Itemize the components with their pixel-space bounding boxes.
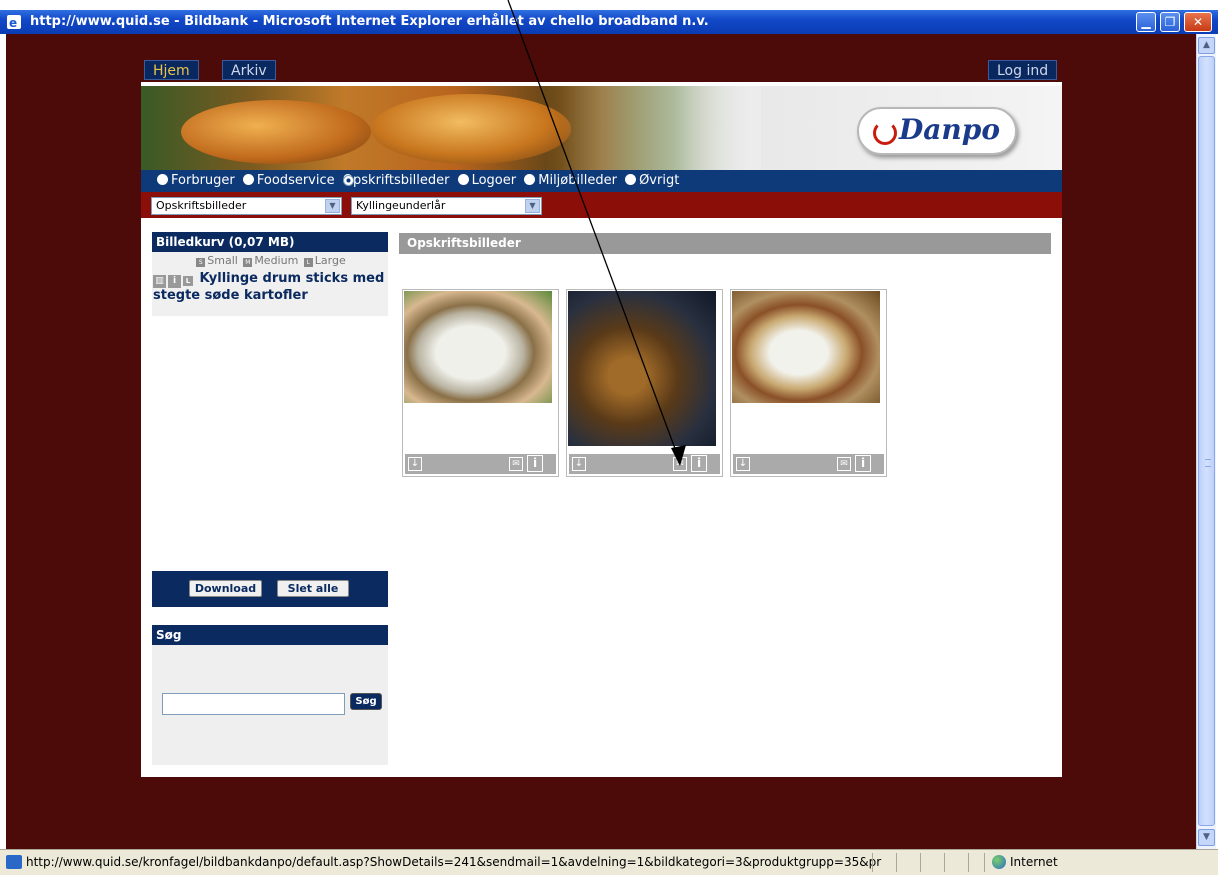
large-size-icon: L xyxy=(303,258,313,267)
thumbnail-card[interactable]: ↓ ✉ i xyxy=(730,289,887,477)
radio-miljobilleder[interactable]: Miljøbilleder xyxy=(524,173,617,188)
nav-hjem[interactable]: Hjem xyxy=(144,60,199,80)
basket-title: Billedkurv (0,07 MB) xyxy=(152,232,388,252)
scroll-up-icon[interactable]: ▲ xyxy=(1198,37,1215,54)
radio-opskriftsbilleder[interactable]: Opskriftsbilleder xyxy=(342,173,449,188)
basket-actions: Download Slet alle xyxy=(152,571,388,607)
thumbnail-toolbar: ↓ ✉ i xyxy=(569,454,720,474)
size-legend: S Small M Medium L Large xyxy=(152,254,388,267)
window-title-bar: e http://www.quid.se - Bildbank - Micros… xyxy=(0,10,1218,34)
scroll-thumb[interactable] xyxy=(1198,56,1215,826)
thumbnail-card[interactable]: ↓ ✉ i xyxy=(566,289,723,477)
download-button[interactable]: Download xyxy=(189,580,262,597)
status-bar: http://www.quid.se/kronfagel/bildbankdan… xyxy=(0,849,1218,875)
search-panel: Søg Søg xyxy=(152,625,388,765)
trash-icon[interactable]: ▥ xyxy=(153,275,166,288)
info-icon[interactable]: i xyxy=(691,455,707,472)
thumbnail-card[interactable]: ↓ ✉ i xyxy=(402,289,559,477)
product-select[interactable]: Kyllingeunderlår ▼ xyxy=(351,197,542,215)
delete-all-button[interactable]: Slet alle xyxy=(277,580,349,597)
login-button[interactable]: Log ind xyxy=(988,60,1058,80)
ie-icon: e xyxy=(6,14,22,30)
download-arrow-icon[interactable]: ↓ xyxy=(408,457,422,471)
recipe-image[interactable] xyxy=(568,291,716,446)
info-icon[interactable]: i xyxy=(527,455,543,472)
basket-panel: Billedkurv (0,07 MB) S Small M Medium L Lar… xyxy=(152,232,388,316)
security-zone: Internet xyxy=(1010,855,1058,869)
info-icon[interactable]: i xyxy=(855,455,871,472)
radio-logoer[interactable]: Logoer xyxy=(457,173,516,188)
recipe-image[interactable] xyxy=(732,291,880,403)
vertical-scrollbar[interactable]: ▲ ▼ xyxy=(1196,34,1216,849)
category-radio-bar: Forbruger Foodservice Opskriftsbilleder … xyxy=(141,170,1062,192)
download-arrow-icon[interactable]: ↓ xyxy=(572,457,586,471)
status-url: http://www.quid.se/kronfagel/bildbankdan… xyxy=(26,855,882,869)
basket-body xyxy=(152,316,388,570)
page-content: Danpo Forbruger Foodservice Opskriftsbil… xyxy=(141,82,1062,777)
chevron-down-icon: ▼ xyxy=(525,199,540,213)
thumbnail-toolbar: ↓ ✉ i xyxy=(405,454,556,474)
search-input[interactable] xyxy=(162,693,345,715)
minimize-button[interactable]: ▁ xyxy=(1136,12,1156,32)
page-icon xyxy=(6,855,22,869)
filter-bar: Opskriftsbilleder ▼ Kyllingeunderlår ▼ xyxy=(141,192,1062,218)
radio-foodservice[interactable]: Foodservice xyxy=(242,173,335,188)
screen: { "window": {"title": "http://www.quid.s… xyxy=(0,0,1218,875)
search-title: Søg xyxy=(152,625,388,645)
small-size-icon: S xyxy=(196,258,206,267)
main-title: Opskriftsbilleder xyxy=(399,233,1051,254)
download-arrow-icon[interactable]: ↓ xyxy=(736,457,750,471)
recipe-image[interactable] xyxy=(404,291,552,403)
category-select[interactable]: Opskriftsbilleder ▼ xyxy=(151,197,342,215)
internet-zone-icon xyxy=(992,855,1006,869)
close-button[interactable]: ✕ xyxy=(1184,12,1212,32)
radio-ovrigt[interactable]: Øvrigt xyxy=(625,173,679,188)
svg-text:e: e xyxy=(9,16,17,30)
thumbnail-toolbar: ↓ ✉ i xyxy=(733,454,884,474)
mail-icon[interactable]: ✉ xyxy=(673,457,687,471)
info-icon[interactable]: i xyxy=(168,275,181,288)
chevron-down-icon: ▼ xyxy=(325,199,340,213)
restore-button[interactable]: ❐ xyxy=(1160,12,1180,32)
scroll-down-icon[interactable]: ▼ xyxy=(1198,829,1215,846)
medium-size-icon: M xyxy=(243,258,253,267)
window-title: http://www.quid.se - Bildbank - Microsof… xyxy=(30,14,709,29)
nav-arkiv[interactable]: Arkiv xyxy=(222,60,276,80)
basket-item: ▥ i L Kyllinge drum sticks med stegte søde… xyxy=(152,271,388,304)
large-size-icon: L xyxy=(183,276,193,286)
danpo-logo: Danpo xyxy=(857,107,1017,155)
mail-icon[interactable]: ✉ xyxy=(837,457,851,471)
mail-icon[interactable]: ✉ xyxy=(509,457,523,471)
radio-forbruger[interactable]: Forbruger xyxy=(157,173,235,188)
search-button[interactable]: Søg xyxy=(350,693,382,710)
